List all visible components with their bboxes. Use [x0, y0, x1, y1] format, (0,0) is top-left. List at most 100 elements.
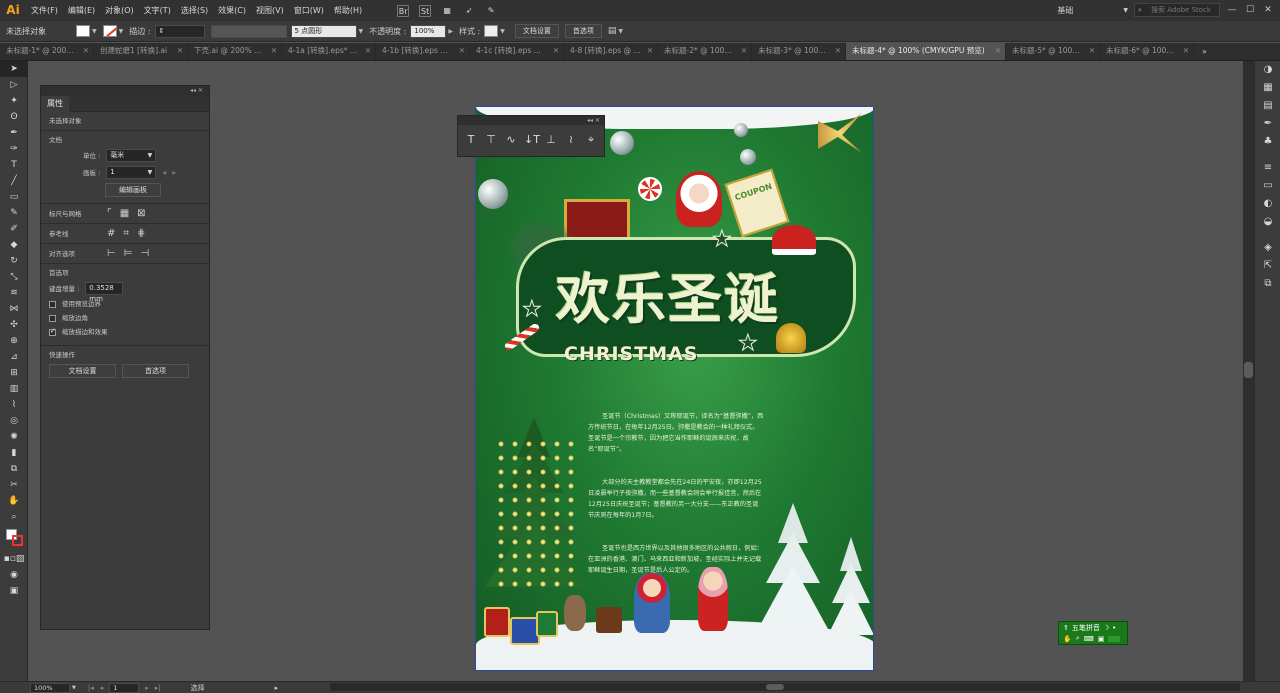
brush-icon[interactable]: ✎ — [485, 5, 497, 17]
style-swatch[interactable] — [484, 25, 499, 37]
smart-guides-icon[interactable]: ⋕ — [137, 228, 145, 239]
menu-file[interactable]: 文件(F) — [26, 0, 63, 21]
menu-type[interactable]: 文字(T) — [139, 0, 176, 21]
moon-icon[interactable]: ☽ — [1103, 624, 1109, 632]
close-icon[interactable]: ✕ — [1089, 43, 1095, 59]
punct-icon[interactable]: • — [1112, 624, 1116, 632]
warp-tool-icon[interactable]: ≋ — [0, 285, 28, 301]
eyedropper-icon[interactable]: ⌇ — [0, 397, 28, 413]
vertical-path-type-icon[interactable]: ≀ — [564, 133, 578, 147]
ruler-icon[interactable]: ⌜ — [107, 208, 112, 219]
chevron-down-icon[interactable]: ▼ — [618, 28, 623, 35]
chevron-down-icon[interactable]: ▼ — [72, 685, 76, 691]
chevron-down-icon[interactable]: ▼ — [119, 28, 124, 35]
stroke-weight-field[interactable]: ⇕ — [154, 24, 205, 38]
tab-properties[interactable]: 属性 — [41, 96, 69, 112]
chevron-down-icon[interactable]: ▼ — [500, 28, 505, 35]
touch-type-icon[interactable]: ⌖ — [584, 133, 598, 147]
prev-artboard-icon[interactable]: ◂ — [162, 168, 166, 177]
appearance-icon[interactable]: ◒ — [1255, 213, 1280, 231]
asset-export-icon[interactable]: ⇱ — [1255, 257, 1280, 275]
close-icon[interactable]: ✕ — [741, 43, 747, 59]
shape-builder-icon[interactable]: ⊕ — [0, 333, 28, 349]
doc-settings-button[interactable]: 文档设置 — [49, 364, 116, 378]
chevron-right-icon[interactable]: ▶ — [448, 28, 453, 35]
settings-icon[interactable]: ▣ — [1098, 635, 1105, 643]
tab-document[interactable]: 未标题-1* @ 200... ✕ — [0, 43, 94, 60]
prefs-button[interactable]: 首选项 — [122, 364, 189, 378]
tab-document[interactable]: 4-1c [转换].eps ... ✕ — [470, 43, 564, 60]
brush-field[interactable]: 5 点圆形 — [290, 24, 357, 38]
tab-document[interactable]: 4-1a [转换].eps* ... ✕ — [282, 43, 376, 60]
vertical-scroll-thumb[interactable] — [1244, 362, 1253, 378]
hand-tool-icon[interactable]: ✋ — [0, 493, 28, 509]
zoom-tool-icon[interactable]: ⌕ — [0, 509, 28, 525]
mesh-tool-icon[interactable]: ⊞ — [0, 365, 28, 381]
symbols-icon[interactable]: ♣ — [1255, 133, 1280, 151]
ime-toolbar[interactable]: ⇑ 五笔拼音 ☽ • ✋ ⌕ ⌨ ▣ — [1058, 621, 1128, 645]
line-tool-icon[interactable]: ╱ — [0, 173, 28, 189]
search-icon[interactable]: ⌕ — [1076, 634, 1080, 643]
eraser-icon[interactable]: ◆ — [0, 237, 28, 253]
close-icon[interactable]: ✕ — [835, 43, 841, 59]
align-center-icon[interactable]: ⊨ — [124, 248, 133, 259]
close-icon[interactable]: ✕ — [1262, 5, 1274, 15]
fill-swatch[interactable] — [76, 25, 90, 37]
pixel-grid-icon[interactable]: ⊠ — [137, 208, 145, 219]
scale-strokes-checkbox[interactable] — [49, 327, 56, 336]
stroke-icon[interactable]: ≡ — [1255, 159, 1280, 177]
tab-document[interactable]: 未标题-6* @ 100... ✕ — [1100, 43, 1194, 60]
artboard[interactable]: COUPON 欢乐圣诞 CHRISTMAS ★ ★ ★ 圣诞节（Christma… — [475, 106, 874, 671]
edit-artboard-button[interactable]: 编辑画板 — [105, 183, 161, 197]
panel-header[interactable]: ◂◂ ✕ — [458, 116, 604, 125]
slice-tool-icon[interactable]: ✂ — [0, 477, 28, 493]
maximize-icon[interactable]: ☐ — [1244, 5, 1256, 15]
graph-tool-icon[interactable]: ▮ — [0, 445, 28, 461]
stock-icon[interactable]: St — [419, 4, 432, 17]
close-icon[interactable]: ✕ — [647, 43, 653, 59]
artboards-icon[interactable]: ⧉ — [1255, 275, 1280, 293]
blend-tool-icon[interactable]: ◎ — [0, 413, 28, 429]
arrange-icon[interactable]: ▦ — [441, 5, 453, 17]
chevron-down-icon[interactable]: ▼ — [1123, 7, 1128, 14]
layers-icon[interactable]: ◈ — [1255, 239, 1280, 257]
horizontal-scrollbar[interactable] — [330, 683, 1240, 691]
close-icon[interactable]: ✕ — [365, 43, 371, 59]
artboard-nav-field[interactable]: 1 — [109, 682, 140, 693]
direct-selection-tool-icon[interactable]: ▷ — [0, 77, 28, 93]
rectangle-tool-icon[interactable]: ▭ — [0, 189, 28, 205]
artboard-tool-icon[interactable]: ⧉ — [0, 461, 28, 477]
tab-document[interactable]: 未标题-3* @ 100... ✕ — [752, 43, 846, 60]
keyboard-icon[interactable]: ⌨ — [1084, 635, 1094, 643]
more-tabs-icon[interactable]: » — [1202, 44, 1207, 60]
bridge-icon[interactable]: Br — [397, 4, 410, 17]
draw-mode-icon[interactable]: ◉ — [0, 567, 28, 583]
symbol-sprayer-icon[interactable]: ✺ — [0, 429, 28, 445]
rotate-tool-icon[interactable]: ↻ — [0, 253, 28, 269]
type-on-path-icon[interactable]: ∿ — [504, 133, 518, 147]
close-icon[interactable]: ✕ — [1183, 43, 1189, 59]
brushes-icon[interactable]: ✒ — [1255, 115, 1280, 133]
screen-mode-icon[interactable]: ▣ — [0, 583, 28, 599]
preview-bounds-checkbox[interactable] — [49, 300, 56, 308]
puppet-warp-icon[interactable]: ✣ — [0, 317, 28, 333]
pen-tool-icon[interactable]: ✒ — [0, 125, 28, 141]
next-artboard-icon[interactable]: ▸ — [145, 684, 149, 692]
arrange-icon[interactable]: ▤ — [608, 26, 617, 36]
chevron-down-icon[interactable]: ▼ — [359, 28, 364, 35]
close-icon[interactable]: ✕ — [459, 43, 465, 59]
tab-document[interactable]: 未标题-5* @ 100... ✕ — [1006, 43, 1100, 60]
tab-document[interactable]: 4-1b [转换].eps ... ✕ — [376, 43, 470, 60]
first-artboard-icon[interactable]: |◂ — [88, 684, 94, 692]
close-icon[interactable]: ✕ — [177, 43, 183, 59]
next-artboard-icon[interactable]: ▸ — [172, 168, 176, 177]
tab-document[interactable]: 未标题-2* @ 100... ✕ — [658, 43, 752, 60]
type-tool-icon[interactable]: T — [464, 133, 478, 147]
scale-tool-icon[interactable]: ⤡ — [0, 269, 28, 285]
chevron-right-icon[interactable]: ▸ — [275, 684, 279, 692]
hand-icon[interactable]: ✋ — [1063, 635, 1072, 643]
grid-icon[interactable]: ▦ — [120, 208, 129, 219]
selection-tool-icon[interactable]: ➤ — [0, 61, 28, 77]
close-icon[interactable]: ✕ — [553, 43, 559, 59]
minimize-icon[interactable]: — — [1226, 5, 1238, 15]
